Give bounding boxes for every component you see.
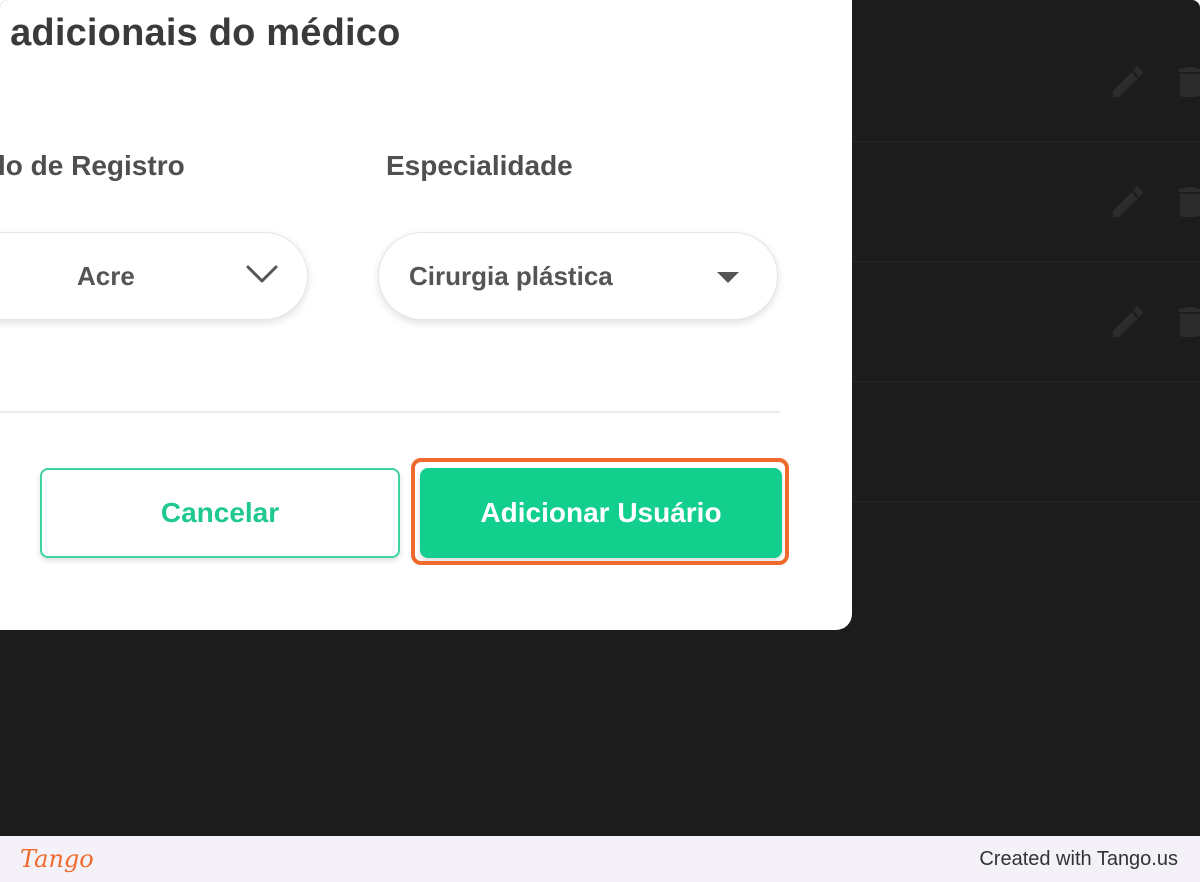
edit-icon[interactable] (1108, 182, 1148, 222)
chevron-down-icon (245, 263, 279, 290)
modal-title: s adicionais do médico (0, 12, 401, 54)
screenshot-area: s adicionais do médico lo de Registro Ac… (0, 0, 1200, 836)
footer: Tango Created with Tango.us (0, 836, 1200, 882)
tango-logo: Tango (20, 845, 94, 873)
registro-value: Acre (77, 260, 135, 291)
delete-icon[interactable] (1170, 59, 1200, 105)
caret-down-icon (717, 271, 739, 289)
add-doctor-modal: s adicionais do médico lo de Registro Ac… (0, 0, 852, 630)
footer-credit: Created with Tango.us (979, 847, 1178, 870)
delete-icon[interactable] (1170, 179, 1200, 225)
edit-icon[interactable] (1108, 62, 1148, 102)
registro-label: lo de Registro (0, 150, 185, 181)
edit-icon[interactable] (1108, 302, 1148, 342)
especialidade-label: Especialidade (386, 150, 573, 181)
delete-icon[interactable] (1170, 299, 1200, 345)
divider (0, 411, 780, 413)
registro-select[interactable]: Acre (0, 232, 308, 320)
especialidade-value: Cirurgia plástica (409, 260, 613, 291)
especialidade-select[interactable]: Cirurgia plástica (378, 232, 778, 320)
add-user-button[interactable]: Adicionar Usuário (420, 468, 782, 558)
cancel-button[interactable]: Cancelar (40, 468, 400, 558)
